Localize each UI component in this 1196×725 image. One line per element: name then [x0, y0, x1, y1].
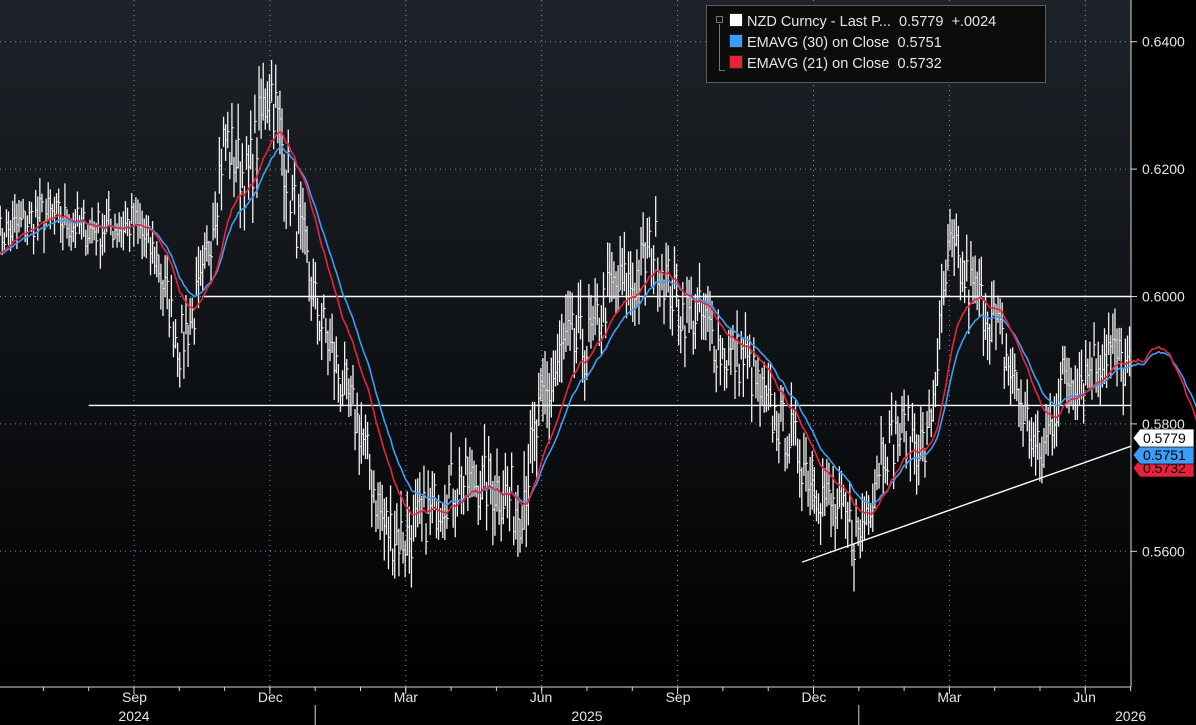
- x-tick-label: Mar: [937, 689, 961, 705]
- last-value-tag-label: 0.5751: [1143, 447, 1186, 463]
- y-tick-label: 0.6400: [1142, 34, 1185, 50]
- year-label: 2025: [571, 708, 602, 724]
- legend-swatch-price: [729, 13, 743, 27]
- legend-value-ema21: 0.5732: [897, 56, 942, 72]
- legend-swatch-ema30: [729, 34, 743, 48]
- last-value-tag-label: 0.5779: [1143, 430, 1186, 446]
- y-tick-label: 0.5600: [1142, 543, 1185, 559]
- legend-value-ema30: 0.5751: [897, 35, 942, 51]
- x-tick-label: Sep: [666, 689, 691, 705]
- legend-row-ema30: EMAVG (30) on Close 0.5751: [729, 33, 942, 53]
- x-tick-label: Jun: [530, 689, 553, 705]
- legend-label-ema21: EMAVG (21) on Close: [747, 56, 890, 72]
- legend-label-ema30: EMAVG (30) on Close: [747, 35, 890, 51]
- legend-value-price: 0.5779: [899, 14, 944, 30]
- x-tick-label: Sep: [122, 689, 147, 705]
- x-tick-label: Mar: [394, 689, 418, 705]
- x-axis: Sep Dec Mar Jun Sep Dec Mar Jun 2024 2025 2026: [0, 686, 1196, 725]
- legend-row-ema21: EMAVG (21) on Close 0.5732: [729, 54, 942, 74]
- legend: NZD Curncy - Last P... 0.5779 +.0024 EMA…: [706, 5, 1046, 83]
- legend-label-price: NZD Curncy - Last P...: [747, 14, 891, 30]
- legend-row-price: NZD Curncy - Last P... 0.5779 +.0024: [729, 12, 996, 32]
- legend-tree-icon: [716, 16, 725, 72]
- y-tick-label: 0.6200: [1142, 161, 1185, 177]
- price-chart: 0.56000.58000.60000.62000.6400 Sep Dec Mar…: [0, 0, 1196, 725]
- y-axis: 0.56000.58000.60000.62000.6400: [1130, 0, 1185, 687]
- y-tick-label: 0.6000: [1142, 289, 1185, 305]
- year-label: 2024: [118, 708, 149, 724]
- x-tick-label: Dec: [802, 689, 827, 705]
- x-tick-label: Dec: [258, 689, 283, 705]
- last-value-tags: 0.57320.57510.5779: [1132, 428, 1195, 478]
- legend-swatch-ema21: [729, 55, 743, 69]
- x-tick-label: Jun: [1073, 689, 1096, 705]
- legend-change-price: +.0024: [951, 14, 997, 30]
- year-label: 2026: [1115, 708, 1146, 724]
